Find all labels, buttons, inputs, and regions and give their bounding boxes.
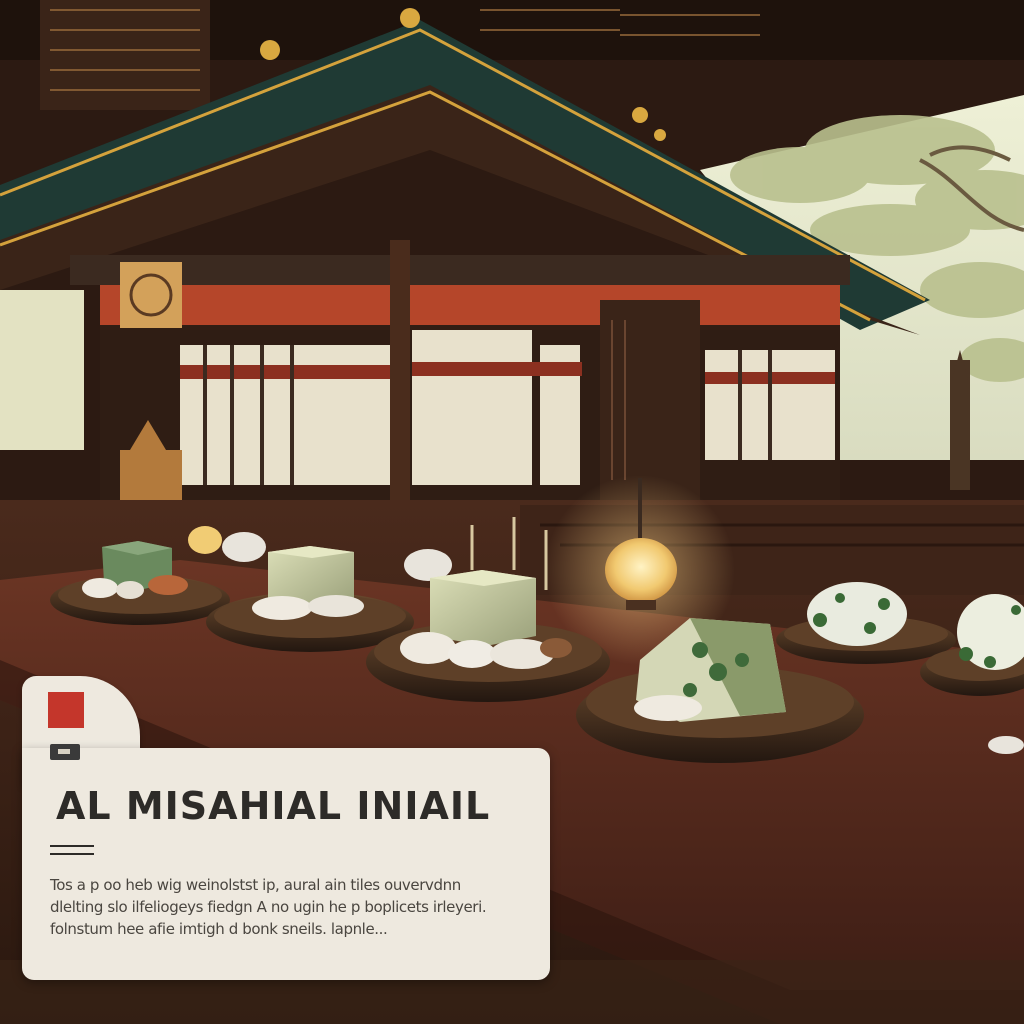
- tag-icon: [50, 744, 80, 760]
- card-body-line: folnstum hee afie imtigh d bonk sneils. …: [50, 920, 388, 938]
- card-rule: [50, 853, 94, 855]
- info-card: [22, 748, 550, 980]
- card-body-line: dlelting slo ilfeliogeys fiedgn A no ugi…: [50, 898, 487, 916]
- card-body: Tos a p oo heb wig weinolstst ip, aural …: [50, 874, 530, 940]
- red-square-icon: [48, 692, 84, 728]
- card-body-line: Tos a p oo heb wig weinolstst ip, aural …: [50, 876, 461, 894]
- card-rule: [50, 845, 94, 847]
- card-title: AL MISAHIAL INIAIL: [56, 784, 491, 828]
